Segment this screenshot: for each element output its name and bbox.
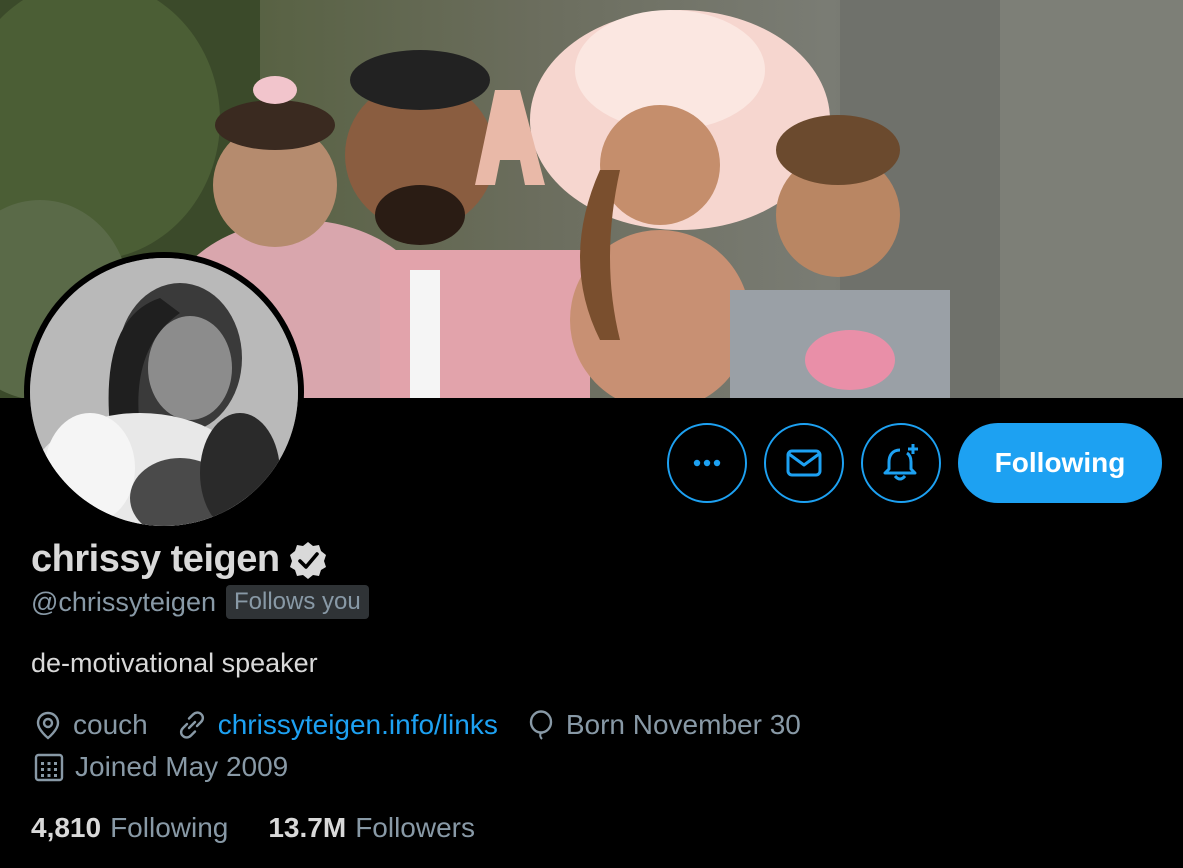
link-icon bbox=[179, 711, 204, 739]
bell-plus-icon bbox=[883, 444, 918, 481]
website-item: chrissyteigen.info/links bbox=[176, 709, 498, 741]
notify-button[interactable] bbox=[861, 423, 941, 503]
profile-actions: Following bbox=[667, 423, 1162, 503]
following-stat[interactable]: 4,810 Following bbox=[31, 812, 228, 844]
profile-page: Following chrissy teigen @chrissyteigen … bbox=[0, 0, 1183, 868]
user-handle: @chrissyteigen bbox=[31, 586, 216, 617]
joined-item: Joined May 2009 bbox=[33, 751, 288, 783]
more-dots-icon bbox=[693, 459, 721, 467]
profile-bio: de-motivational speaker bbox=[31, 648, 318, 678]
follow-stats: 4,810 Following 13.7M Followers bbox=[31, 812, 515, 844]
followers-label: Followers bbox=[355, 812, 475, 843]
followers-stat[interactable]: 13.7M Followers bbox=[268, 812, 475, 844]
display-name: chrissy teigen bbox=[31, 538, 280, 580]
location-pin-icon bbox=[36, 711, 60, 740]
follows-you-badge: Follows you bbox=[225, 585, 369, 619]
avatar[interactable] bbox=[24, 252, 304, 532]
following-button[interactable]: Following bbox=[958, 423, 1162, 503]
verified-badge-icon bbox=[288, 540, 328, 580]
more-button[interactable] bbox=[667, 423, 747, 503]
message-button[interactable] bbox=[764, 423, 844, 503]
followers-count: 13.7M bbox=[268, 812, 347, 843]
website-link[interactable]: chrissyteigen.info/links bbox=[218, 709, 498, 741]
following-label: Following bbox=[110, 812, 229, 843]
calendar-icon bbox=[34, 753, 64, 782]
profile-photo-avatar bbox=[30, 258, 298, 526]
display-name-row: chrissy teigen bbox=[31, 538, 328, 581]
birthday-item: Born November 30 bbox=[526, 709, 801, 741]
joined-text: Joined May 2009 bbox=[75, 751, 289, 782]
handle-row: @chrissyteigen Follows you bbox=[31, 585, 369, 619]
following-count: 4,810 bbox=[31, 812, 102, 843]
location-item: couch bbox=[33, 709, 148, 741]
profile-meta-row-joined: Joined May 2009 bbox=[33, 751, 316, 783]
location-text: couch bbox=[73, 709, 148, 740]
profile-meta-row: couch chrissyteigen.info/links Born Nove… bbox=[33, 709, 829, 741]
balloon-icon bbox=[529, 710, 553, 740]
birthday-text: Born November 30 bbox=[565, 709, 801, 740]
envelope-icon bbox=[786, 449, 822, 477]
